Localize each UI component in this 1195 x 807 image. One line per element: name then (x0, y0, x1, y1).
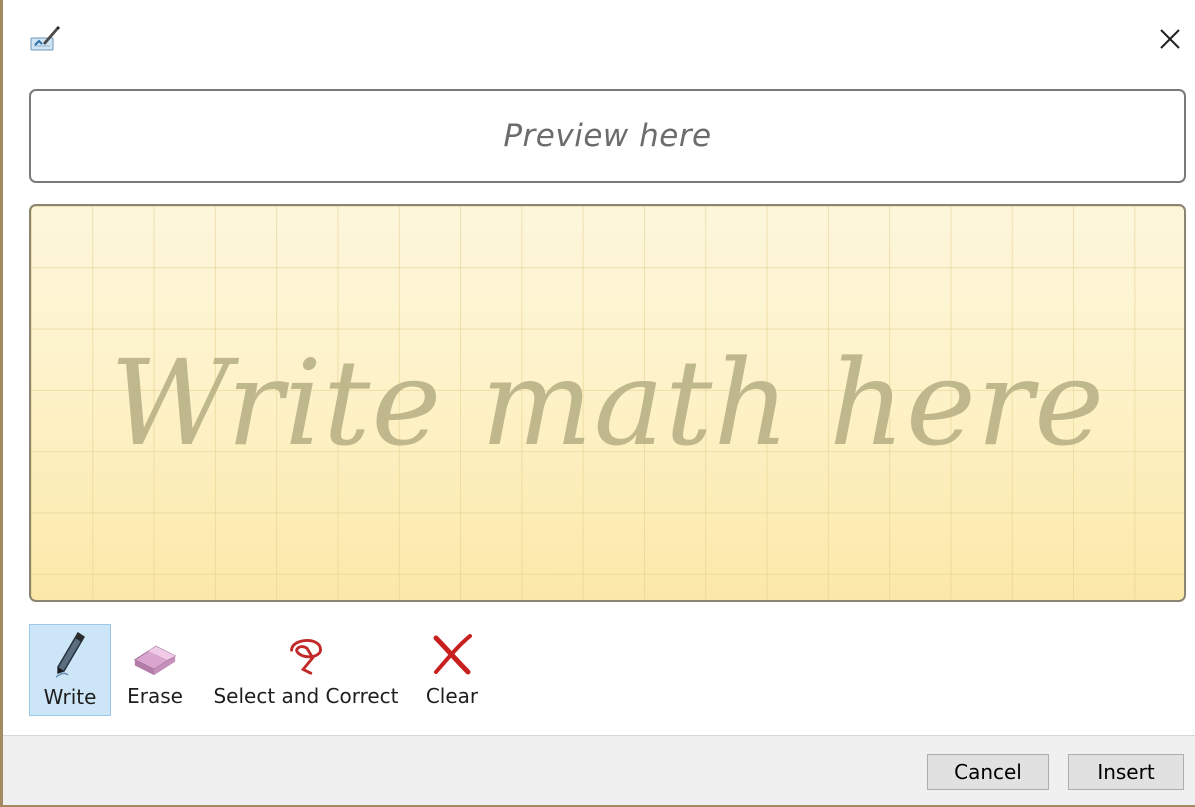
close-icon (1160, 29, 1180, 49)
lasso-icon (282, 630, 330, 678)
erase-tool-label: Erase (127, 684, 183, 708)
math-writing-area[interactable]: Write math here (29, 204, 1186, 602)
math-input-dialog: Preview here Write math here Write Erase… (0, 0, 1195, 807)
math-input-icon (29, 24, 61, 54)
select-and-correct-tool-button[interactable]: Select and Correct (199, 624, 413, 716)
clear-tool-label: Clear (425, 684, 479, 708)
ink-toolbar: Write Erase Select and Correct Clear (29, 624, 491, 718)
write-hint: Write math here (109, 334, 1106, 472)
insert-button[interactable]: Insert (1068, 754, 1184, 790)
write-tool-label: Write (43, 685, 97, 709)
close-button[interactable] (1151, 20, 1189, 58)
cancel-button[interactable]: Cancel (927, 754, 1049, 790)
preview-box: Preview here (29, 89, 1186, 183)
eraser-icon (131, 630, 179, 678)
clear-tool-button[interactable]: Clear (413, 624, 491, 716)
erase-tool-button[interactable]: Erase (111, 624, 199, 716)
pen-icon (46, 631, 94, 679)
select-and-correct-tool-label: Select and Correct (213, 684, 399, 708)
dialog-footer: Cancel Insert (3, 735, 1195, 805)
x-icon (428, 630, 476, 678)
write-tool-button[interactable]: Write (29, 624, 111, 716)
preview-placeholder: Preview here (503, 118, 712, 154)
